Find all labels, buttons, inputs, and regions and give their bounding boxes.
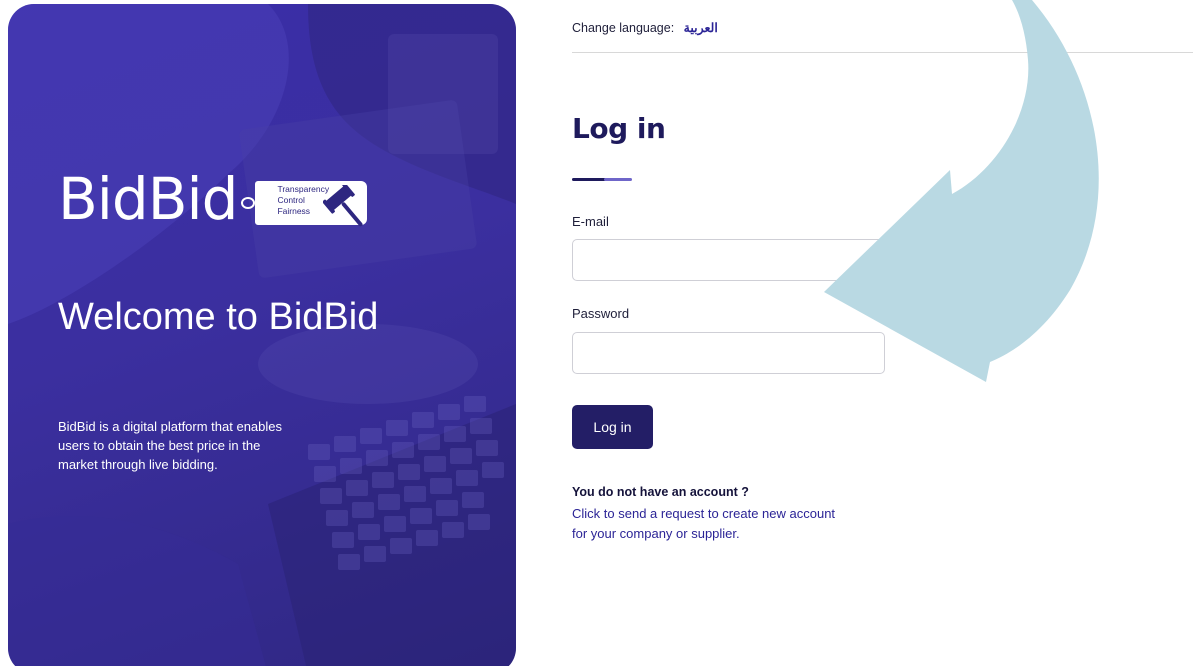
language-option-arabic[interactable]: العربية (684, 21, 718, 35)
tagline-fairness: Fairness (277, 206, 311, 216)
password-field[interactable] (572, 332, 885, 374)
tagline-control: Control (277, 195, 305, 205)
email-field[interactable] (572, 239, 885, 281)
brand-tagline: Transparency Control Fairness (277, 184, 329, 217)
language-switcher: Change language: العربية (572, 20, 718, 35)
underline-light (604, 178, 632, 181)
brand-name: BidBid (58, 165, 238, 233)
tag-hole (241, 197, 256, 209)
brand-tag: Transparency Control Fairness (241, 181, 368, 227)
password-label: Password (572, 306, 630, 321)
hero-panel: BidBid Transparency Control Fairness Wel… (8, 4, 516, 666)
gavel-icon (323, 185, 363, 227)
no-account-question: You do not have an account ? (572, 485, 749, 499)
underline-dark (572, 178, 606, 181)
login-title: Log in (572, 112, 666, 145)
login-button[interactable]: Log in (572, 405, 653, 449)
request-link-line2: for your company or supplier. (572, 526, 740, 541)
title-underline (572, 178, 632, 181)
language-label: Change language: (572, 21, 675, 35)
login-page: BidBid Transparency Control Fairness Wel… (0, 0, 1193, 666)
hero-description: BidBid is a digital platform that enable… (58, 419, 283, 472)
request-account-link[interactable]: Click to send a request to create new ac… (572, 504, 892, 544)
welcome-title: Welcome to BidBid (58, 296, 379, 338)
request-link-line1: Click to send a request to create new ac… (572, 506, 836, 521)
email-label: E-mail (572, 214, 609, 229)
brand-logo: BidBid Transparency Control Fairness (58, 165, 368, 233)
header-divider (572, 52, 1193, 53)
tagline-transparency: Transparency (277, 184, 330, 194)
